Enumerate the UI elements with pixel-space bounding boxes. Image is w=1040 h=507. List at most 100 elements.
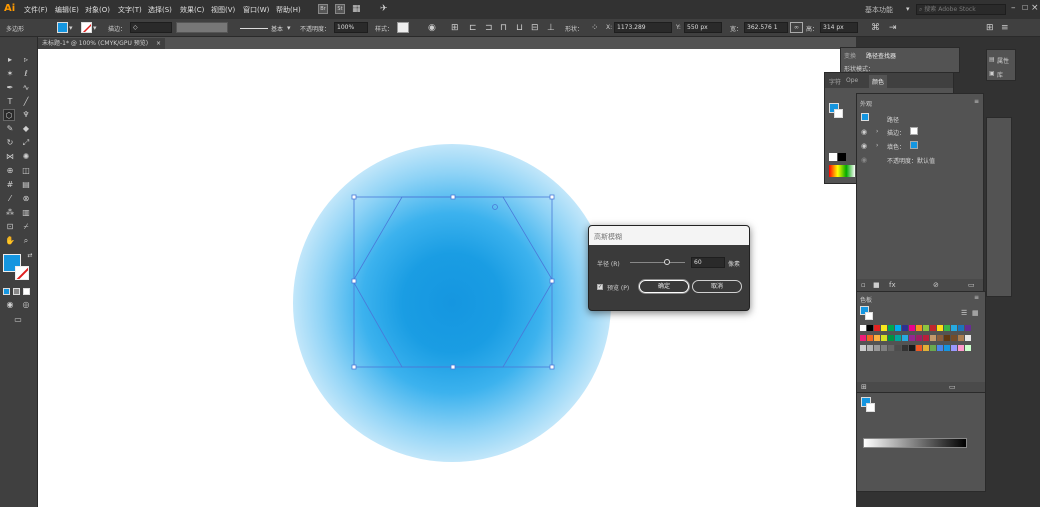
libraries-tab[interactable]: 库 [997, 70, 1003, 79]
radius-slider-thumb[interactable] [664, 259, 670, 265]
menu-effect[interactable]: 效果(C) [180, 5, 204, 15]
swatch-cell[interactable] [923, 335, 929, 341]
ok-button[interactable]: 确定 [639, 280, 689, 293]
align-bottom-icon[interactable]: ⊥ [547, 23, 555, 33]
swatch-cell[interactable] [937, 335, 943, 341]
swatch-cell[interactable] [895, 345, 901, 351]
align-left-icon[interactable]: ⊏ [469, 23, 477, 33]
tab-character[interactable]: 字符 [829, 77, 841, 86]
graphic-style-swatch[interactable] [397, 22, 409, 33]
menu-file[interactable]: 文件(F) [24, 5, 48, 15]
workspace-chevron-icon[interactable]: ▾ [906, 4, 910, 14]
gradient-mode-icon[interactable] [13, 288, 20, 295]
swatches-stroke-indicator[interactable] [865, 312, 873, 320]
add-fill-icon[interactable]: ■ [873, 280, 880, 290]
appearance-stroke-row[interactable]: 描边： [887, 128, 905, 137]
swatch-cell[interactable] [951, 345, 957, 351]
direct-selection-icon[interactable]: ▹ [20, 54, 32, 66]
swatch-cell[interactable] [888, 345, 894, 351]
transform-icon[interactable]: ⌘ [871, 23, 880, 33]
stroke-swatch-control[interactable] [81, 22, 92, 33]
menu-window[interactable]: 窗口(W) [243, 5, 269, 15]
fill-dropdown-icon[interactable]: ▾ [69, 23, 73, 33]
reference-point-icon[interactable]: ⁘ [591, 23, 599, 33]
stock-search-input[interactable]: ⌕ 搜索 Adobe Stock [916, 4, 1006, 15]
swatch-cell[interactable] [895, 335, 901, 341]
arrange-panels-icon[interactable]: ⊞ [986, 23, 994, 33]
fill-visibility-icon[interactable]: ◉ [861, 141, 867, 151]
swatch-cell[interactable] [909, 345, 915, 351]
draw-mode-icon[interactable]: ◉ [4, 299, 16, 311]
swatch-cell[interactable] [930, 345, 936, 351]
clear-appearance-icon[interactable]: ⊘ [933, 280, 939, 290]
swatch-cell[interactable] [951, 325, 957, 331]
zoom-icon[interactable]: ⌕ [20, 235, 32, 247]
properties-tab[interactable]: 属性 [997, 56, 1009, 65]
swatch-cell[interactable] [916, 345, 922, 351]
pen-icon[interactable]: ✒ [4, 82, 16, 94]
libraries-icon[interactable]: ▣ [989, 70, 995, 77]
swatch-cell[interactable] [909, 335, 915, 341]
stroke-dropdown-icon[interactable]: ▾ [93, 23, 97, 33]
swatch-cell[interactable] [909, 325, 915, 331]
line-icon[interactable]: ╱ [20, 96, 32, 108]
appearance-opacity-row[interactable]: 不透明度：默认值 [887, 156, 935, 165]
fill-swatch-control[interactable] [57, 22, 68, 33]
swatch-cell[interactable] [874, 325, 880, 331]
tab-color[interactable]: 颜色 [869, 75, 888, 88]
constrain-proportions-icon[interactable]: ∞ [790, 22, 803, 33]
height-field[interactable]: 314 px [820, 22, 858, 33]
add-stroke-icon[interactable]: ▫ [861, 280, 866, 290]
gradient-slider[interactable] [863, 438, 967, 448]
menu-object[interactable]: 对象(O) [85, 5, 110, 15]
panel-menu-icon[interactable]: ≡ [1001, 23, 1009, 33]
pencil-icon[interactable]: ✎ [4, 123, 16, 135]
hand-icon[interactable]: ✋ [4, 235, 16, 247]
blend-icon[interactable]: ⊗ [20, 193, 32, 205]
workspace-switcher[interactable]: 基本功能 [865, 5, 893, 15]
swatch-cell[interactable] [895, 325, 901, 331]
swatch-cell[interactable] [937, 325, 943, 331]
shape-builder-icon[interactable]: ⊕ [4, 165, 16, 177]
stroke-weight-field[interactable]: ◇ [130, 22, 172, 33]
add-effect-icon[interactable]: fx [889, 280, 896, 290]
new-swatch-icon[interactable]: ▭ [949, 382, 956, 392]
isolate-icon[interactable]: ⇥ [889, 23, 897, 33]
stroke-visibility-icon[interactable]: ◉ [861, 127, 867, 137]
swatch-cell[interactable] [867, 325, 873, 331]
color-mode-icon[interactable] [3, 288, 10, 295]
align-hcenter-icon[interactable]: ⊐ [485, 23, 493, 33]
color-stroke-swatch[interactable] [834, 109, 843, 118]
fill-expand-icon[interactable]: › [876, 141, 878, 151]
warp-icon[interactable]: ✺ [20, 151, 32, 163]
stroke-expand-icon[interactable]: › [876, 127, 878, 137]
appearance-stroke-swatch[interactable] [910, 127, 918, 135]
swatch-cell[interactable] [930, 325, 936, 331]
close-tab-icon[interactable]: × [156, 40, 161, 47]
width-field[interactable]: 362.576 1 [744, 22, 788, 33]
swatch-cell[interactable] [902, 325, 908, 331]
swatch-cell[interactable] [944, 345, 950, 351]
align-vcenter-icon[interactable]: ⊟ [531, 23, 539, 33]
none-swatch[interactable] [829, 153, 837, 161]
radius-slider-track[interactable] [630, 262, 685, 263]
color-spectrum[interactable] [829, 165, 855, 177]
recolor-artwork-icon[interactable]: ◉ [428, 23, 436, 33]
screen-mode-icon[interactable]: ▭ [12, 314, 24, 326]
swatch-cell[interactable] [881, 335, 887, 341]
swatch-cell[interactable] [916, 325, 922, 331]
artboard-icon[interactable]: ⊡ [4, 221, 16, 233]
stroke-style-chevron-icon[interactable]: ▾ [287, 23, 291, 33]
x-position-field[interactable]: 1173.289 [614, 22, 672, 33]
symbol-sprayer-icon[interactable]: ⁂ [4, 207, 16, 219]
align-top-icon[interactable]: ⊔ [516, 23, 523, 33]
list-view-icon[interactable]: ☰ [961, 308, 967, 318]
paintbrush-icon[interactable]: ♆ [20, 109, 32, 121]
menu-view[interactable]: 视图(V) [211, 5, 235, 15]
swatch-cell[interactable] [944, 325, 950, 331]
magic-wand-icon[interactable]: ✶ [4, 68, 16, 80]
arrange-documents-icon[interactable]: ▦ [352, 4, 361, 14]
menu-help[interactable]: 帮助(H) [276, 5, 301, 15]
swatch-cell[interactable] [902, 345, 908, 351]
eyedropper-icon[interactable]: ⁄ [4, 193, 16, 205]
